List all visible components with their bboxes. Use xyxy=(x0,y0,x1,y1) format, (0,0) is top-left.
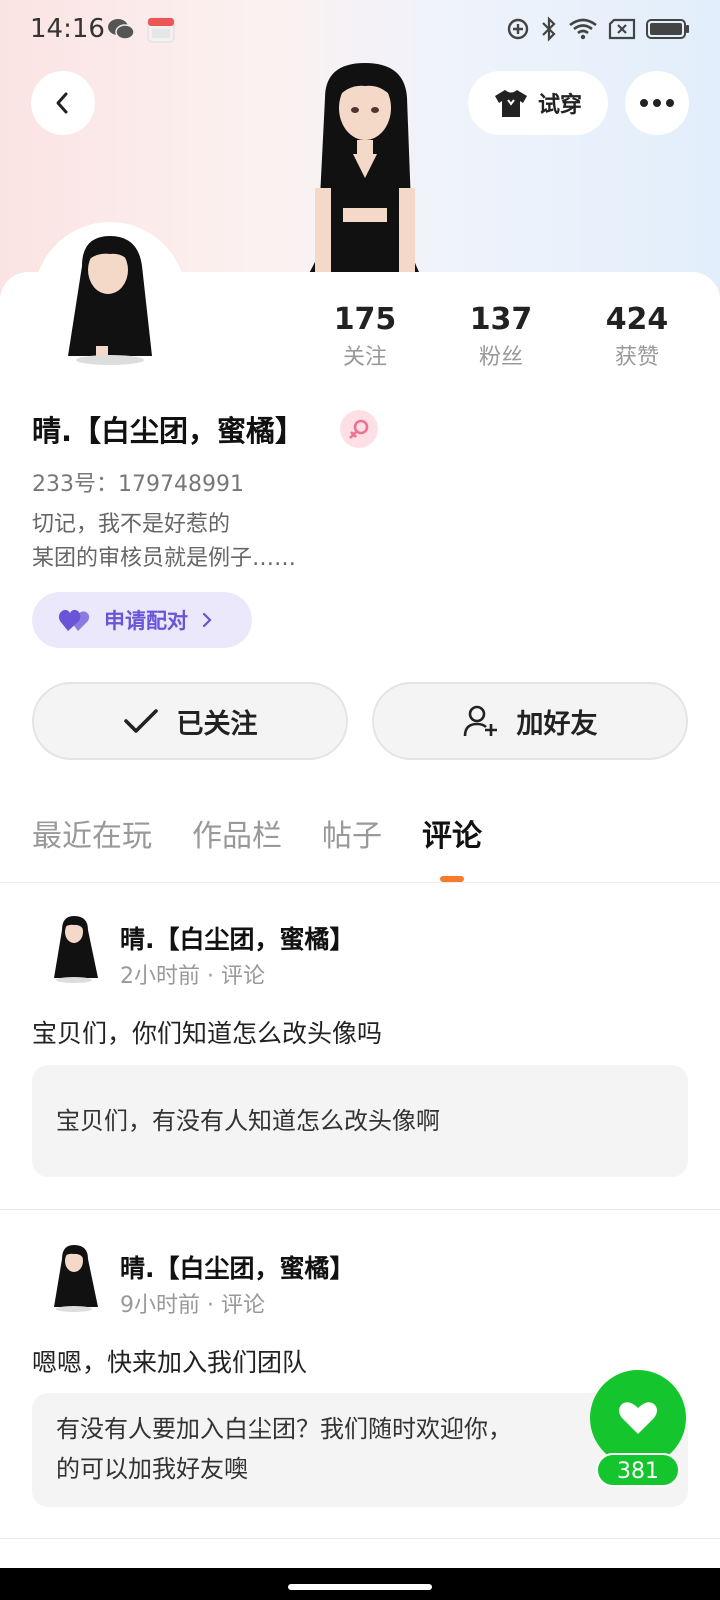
avatar-character-figure xyxy=(295,63,435,298)
request-pair-label: 申请配对 xyxy=(104,609,188,633)
profile-bio: 切记，我不是好惹的 某团的审核员就是例子…… xyxy=(32,508,296,576)
stat-label: 获赞 xyxy=(614,345,659,370)
avatar-character-image xyxy=(38,226,182,370)
double-heart-icon xyxy=(58,609,90,631)
comment-meta: 9小时前 · 评论 xyxy=(120,1293,265,1318)
profile-avatar[interactable] xyxy=(34,222,186,374)
home-gesture-handle[interactable] xyxy=(288,1584,432,1590)
divider xyxy=(0,1538,720,1539)
comment-author-name: 晴.【白尘团，蜜橘】 xyxy=(120,1254,355,1283)
comment-text: 嗯嗯，快来加入我们团队 xyxy=(32,1348,308,1377)
followed-label: 已关注 xyxy=(176,708,258,740)
add-friend-label: 加好友 xyxy=(516,708,598,740)
comment-author-name: 晴.【白尘团，蜜橘】 xyxy=(120,925,355,954)
gender-female-badge xyxy=(340,410,378,448)
stat-followers[interactable]: 137 粉丝 xyxy=(441,300,561,376)
wifi-icon xyxy=(569,18,597,40)
battery-icon xyxy=(646,19,689,39)
tab-comments[interactable]: 评论 xyxy=(422,812,482,862)
stat-label: 粉丝 xyxy=(478,345,523,370)
like-button[interactable] xyxy=(590,1370,686,1466)
tab-works[interactable]: 作品栏 xyxy=(192,812,282,862)
status-time: 14:16 xyxy=(30,14,105,44)
stat-value: 175 xyxy=(333,302,397,337)
profile-username: 晴.【白尘团，蜜橘】 xyxy=(32,414,305,448)
chevron-left-icon xyxy=(56,92,68,114)
like-count: 381 xyxy=(596,1453,680,1487)
wechat-icon xyxy=(108,19,135,40)
stat-value: 424 xyxy=(605,302,669,337)
quoted-post[interactable]: 宝贝们，有没有人知道怎么改头像啊 xyxy=(32,1065,688,1177)
stat-following[interactable]: 175 关注 xyxy=(305,300,425,376)
comment-author-avatar[interactable] xyxy=(44,914,104,984)
stat-value: 137 xyxy=(469,302,533,337)
back-button[interactable] xyxy=(31,71,95,135)
tab-posts[interactable]: 帖子 xyxy=(322,812,382,862)
status-bar: 14:16 xyxy=(0,0,720,62)
stat-label: 关注 xyxy=(342,345,387,370)
calendar-icon xyxy=(147,17,175,43)
divider xyxy=(0,1209,720,1210)
comment-meta: 2小时前 · 评论 xyxy=(120,964,265,989)
bluetooth-icon xyxy=(542,16,556,42)
chevron-right-icon xyxy=(202,612,212,628)
female-icon xyxy=(349,419,369,439)
add-friend-icon xyxy=(463,705,497,737)
divider xyxy=(0,882,720,883)
bio-line: 切记，我不是好惹的 xyxy=(32,512,231,537)
comment-author-avatar[interactable] xyxy=(44,1243,104,1313)
profile-uid: 233号：179748991 xyxy=(32,472,244,497)
stat-likes[interactable]: 424 获赞 xyxy=(577,300,697,376)
profile-tabs: 最近在玩 作品栏 帖子 评论 xyxy=(0,812,720,882)
data-saver-icon xyxy=(507,18,529,40)
more-dots-icon xyxy=(640,99,674,107)
no-sim-icon xyxy=(608,18,636,40)
request-pair-button[interactable]: 申请配对 xyxy=(32,592,252,648)
try-on-button[interactable]: 试穿 xyxy=(468,71,608,135)
tab-recently-played[interactable]: 最近在玩 xyxy=(32,812,152,862)
add-friend-button[interactable]: 加好友 xyxy=(372,682,688,760)
comment-text: 宝贝们，你们知道怎么改头像吗 xyxy=(32,1019,383,1048)
checkmark-icon xyxy=(123,709,158,733)
tshirt-icon xyxy=(494,90,527,117)
try-on-label: 试穿 xyxy=(537,93,582,118)
heart-icon xyxy=(619,1402,657,1434)
followed-button[interactable]: 已关注 xyxy=(32,682,348,760)
bio-line: 某团的审核员就是例子…… xyxy=(32,546,297,571)
more-options-button[interactable] xyxy=(625,71,689,135)
